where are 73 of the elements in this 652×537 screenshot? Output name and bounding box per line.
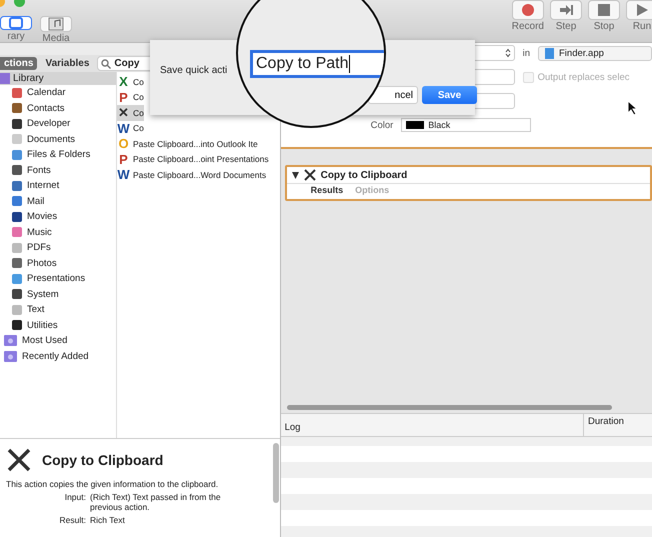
toolbar-button[interactable]: Run	[626, 0, 652, 42]
action-item[interactable]: X Co	[117, 74, 144, 90]
field-label: Input:	[64, 492, 86, 504]
music-note-icon	[48, 17, 64, 31]
smart-group-item[interactable]: Most Used	[0, 333, 116, 348]
app-icon: W	[117, 167, 130, 182]
app-icon: P	[117, 152, 130, 167]
column-header[interactable]: Duration	[584, 414, 652, 436]
save-button[interactable]: Save	[422, 86, 477, 104]
app-icon: X	[117, 74, 130, 90]
app-icon: W	[117, 120, 130, 136]
folder-icon	[4, 350, 17, 362]
color-swatch	[406, 121, 424, 129]
library-item[interactable]: Movies	[0, 209, 116, 224]
search-icon	[101, 58, 112, 68]
field-value: Rich Text	[90, 515, 126, 525]
action-item[interactable]: P Paste Clipboard...oint Presentations	[117, 152, 269, 167]
action-item[interactable]: W Paste Clipboard...Word Documents	[117, 167, 266, 182]
smart-group-item[interactable]: Recently Added	[0, 348, 116, 364]
library-item[interactable]: Presentations	[0, 271, 116, 286]
app-icon: P	[117, 90, 130, 105]
library-item[interactable]: Internet	[0, 178, 116, 194]
library-item[interactable]: Photos	[0, 256, 116, 271]
play-icon	[636, 4, 648, 16]
record-icon	[520, 3, 535, 17]
action-item[interactable]: ✕ Co	[117, 105, 144, 120]
library-item[interactable]: System	[0, 286, 116, 302]
library-item[interactable]: Text	[0, 302, 116, 318]
stop-icon	[598, 4, 610, 16]
folder-icon	[4, 335, 17, 346]
tools-icon	[304, 169, 316, 181]
action-item[interactable]: O Paste Clipboard...into Outlook Ite	[117, 136, 258, 152]
cancel-button[interactable]: ncel	[368, 86, 418, 104]
field-value: (Rich Text) Text passed in from the previous action.	[90, 492, 222, 512]
library-item[interactable]: PDFs	[0, 240, 116, 256]
step-icon	[559, 4, 573, 16]
action-item[interactable]: W Co	[117, 120, 144, 136]
color-dropdown[interactable]: Black	[401, 118, 532, 132]
scrollbar[interactable]	[286, 405, 612, 410]
library-item[interactable]: Calendar	[0, 85, 116, 100]
library-item[interactable]: Files & Folders	[0, 147, 116, 162]
name-input-field[interactable]: Copy to Path	[250, 50, 384, 78]
library-item[interactable]: Fonts	[0, 162, 116, 178]
description-text: This action copies the given information to the clipboard.	[6, 479, 220, 489]
toolbar-button[interactable]: Step	[550, 0, 582, 42]
library-item[interactable]: Utilities	[0, 318, 116, 333]
app-dropdown[interactable]: Finder.app	[538, 46, 652, 60]
library-item[interactable]: Mail	[0, 194, 116, 209]
color-label: Color	[370, 120, 394, 130]
card-title: Copy to Clipboard	[320, 170, 408, 180]
field-label: Result:	[58, 515, 86, 525]
action-item[interactable]: P Co	[117, 90, 144, 105]
card-tab[interactable]: Results	[308, 184, 346, 196]
library-item[interactable]: Library	[0, 72, 116, 85]
toolbar-button[interactable]: Stop	[588, 0, 620, 42]
stepper-icon	[504, 48, 511, 58]
in-label: in	[522, 48, 530, 58]
library-item[interactable]: Documents	[0, 132, 116, 147]
tools-icon	[6, 447, 32, 473]
app-icon: O	[117, 136, 130, 152]
column-header[interactable]: Log	[280, 414, 584, 436]
library-item[interactable]: Developer	[0, 116, 116, 132]
pane-tab[interactable]: ctions	[0, 57, 38, 70]
description-title: Copy to Clipboard	[42, 452, 164, 468]
scrollbar[interactable]	[272, 443, 279, 503]
checkbox-label: Output replaces selec	[538, 72, 630, 82]
pane-tab[interactable]: Variables	[41, 57, 94, 70]
app-icon: ✕	[117, 105, 130, 120]
disclosure-triangle-icon[interactable]	[292, 172, 299, 178]
library-item[interactable]: Contacts	[0, 100, 116, 116]
cursor-icon	[627, 100, 639, 116]
toolbar-button[interactable]: Record	[512, 0, 544, 42]
library-item[interactable]: Music	[0, 224, 116, 240]
